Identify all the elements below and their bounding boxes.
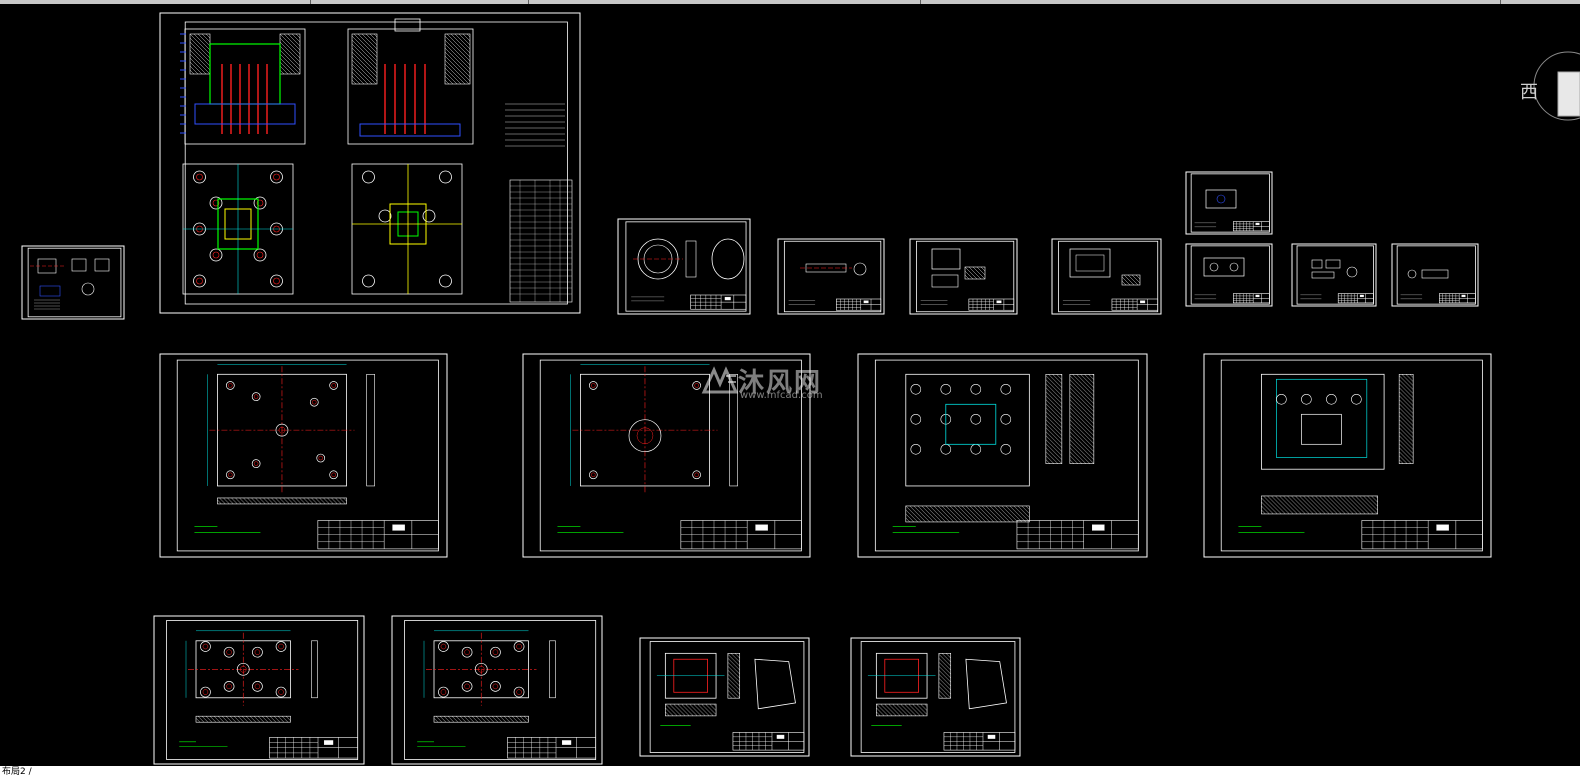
layout-tab-bar[interactable]: 布局2 /: [0, 766, 1580, 778]
mold-assembly-sheet[interactable]: [159, 12, 581, 314]
viewcube-direction-label: 西: [1520, 82, 1538, 103]
part-sheet-pin[interactable]: [777, 238, 885, 315]
layout-tab-label[interactable]: 布局2 /: [2, 767, 32, 777]
part-sheet-ring[interactable]: [617, 218, 751, 315]
cavity-sheet-2[interactable]: [850, 637, 1021, 757]
part-sheet-block-2[interactable]: [1051, 238, 1162, 315]
part-sheet-block-1[interactable]: [909, 238, 1018, 315]
part-sheet-small-2[interactable]: [1185, 171, 1273, 235]
plate-sheet-4[interactable]: [1203, 353, 1492, 558]
viewcube[interactable]: 西: [1516, 48, 1580, 140]
small-part-sheet-1[interactable]: [21, 245, 125, 320]
plate-sheet-5[interactable]: [153, 615, 365, 765]
part-sheet-small-4[interactable]: [1291, 243, 1377, 307]
plate-sheet-2[interactable]: [522, 353, 811, 558]
drawing-canvas[interactable]: [0, 4, 1580, 766]
plate-sheet-1[interactable]: [159, 353, 448, 558]
plate-sheet-6[interactable]: [391, 615, 603, 765]
part-sheet-small-5[interactable]: [1391, 243, 1479, 307]
plate-sheet-3[interactable]: [857, 353, 1148, 558]
cavity-sheet-1[interactable]: [639, 637, 810, 757]
part-sheet-small-3[interactable]: [1185, 243, 1273, 307]
